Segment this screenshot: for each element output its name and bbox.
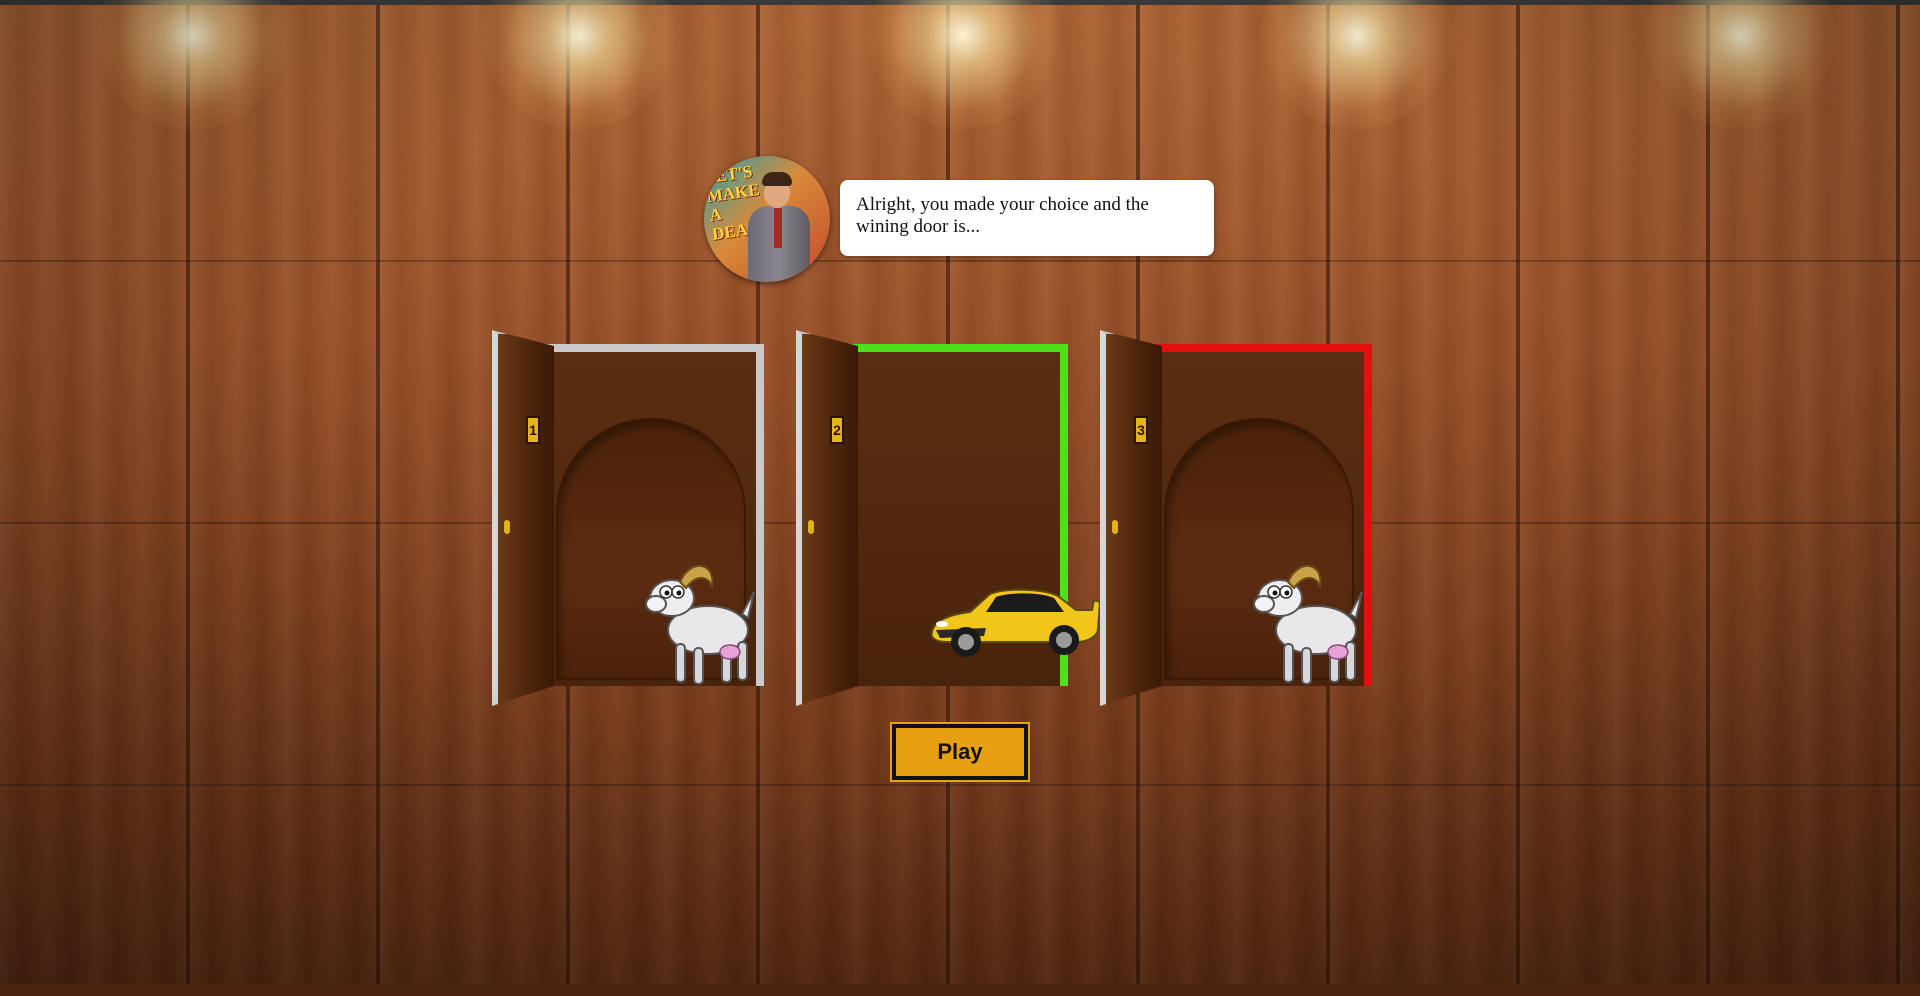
ceiling-light bbox=[1646, 0, 1836, 130]
door-knob bbox=[808, 520, 814, 534]
play-button[interactable]: Play bbox=[890, 722, 1030, 782]
ceiling-light bbox=[1262, 0, 1452, 130]
door-1[interactable]: 1 bbox=[492, 330, 764, 706]
door-knob bbox=[1112, 520, 1118, 534]
ceiling-light bbox=[484, 0, 674, 130]
host-tie bbox=[774, 208, 782, 248]
door-leaf[interactable]: 3 bbox=[1100, 330, 1162, 706]
goat-icon bbox=[645, 564, 755, 685]
host-speech-text: Alright, you made your choice and the wi… bbox=[856, 194, 1149, 237]
door-leaf[interactable]: 1 bbox=[492, 330, 554, 706]
host-avatar: LET'S MAKE A DEAL bbox=[704, 156, 830, 282]
door-number-label: 1 bbox=[526, 416, 540, 444]
ceiling-light bbox=[868, 0, 1058, 130]
car-icon bbox=[930, 588, 1102, 657]
door-leaf[interactable]: 2 bbox=[796, 330, 858, 706]
floor-edge bbox=[0, 984, 1920, 996]
host-speech-bubble: Alright, you made your choice and the wi… bbox=[840, 180, 1214, 256]
door-frame-selected bbox=[1148, 344, 1372, 686]
door-number-label: 2 bbox=[830, 416, 844, 444]
door-frame-winner bbox=[844, 344, 1102, 686]
door-knob bbox=[504, 520, 510, 534]
door-frame bbox=[544, 344, 764, 686]
host-hair bbox=[762, 172, 792, 186]
game-stage: LET'S MAKE A DEAL Alright, you made your… bbox=[0, 0, 1920, 996]
door-3[interactable]: 3 bbox=[1100, 330, 1372, 706]
door-number-label: 3 bbox=[1134, 416, 1148, 444]
goat-icon bbox=[1253, 564, 1363, 685]
door-2[interactable]: 2 bbox=[796, 330, 1102, 706]
ceiling-light bbox=[97, 0, 287, 130]
